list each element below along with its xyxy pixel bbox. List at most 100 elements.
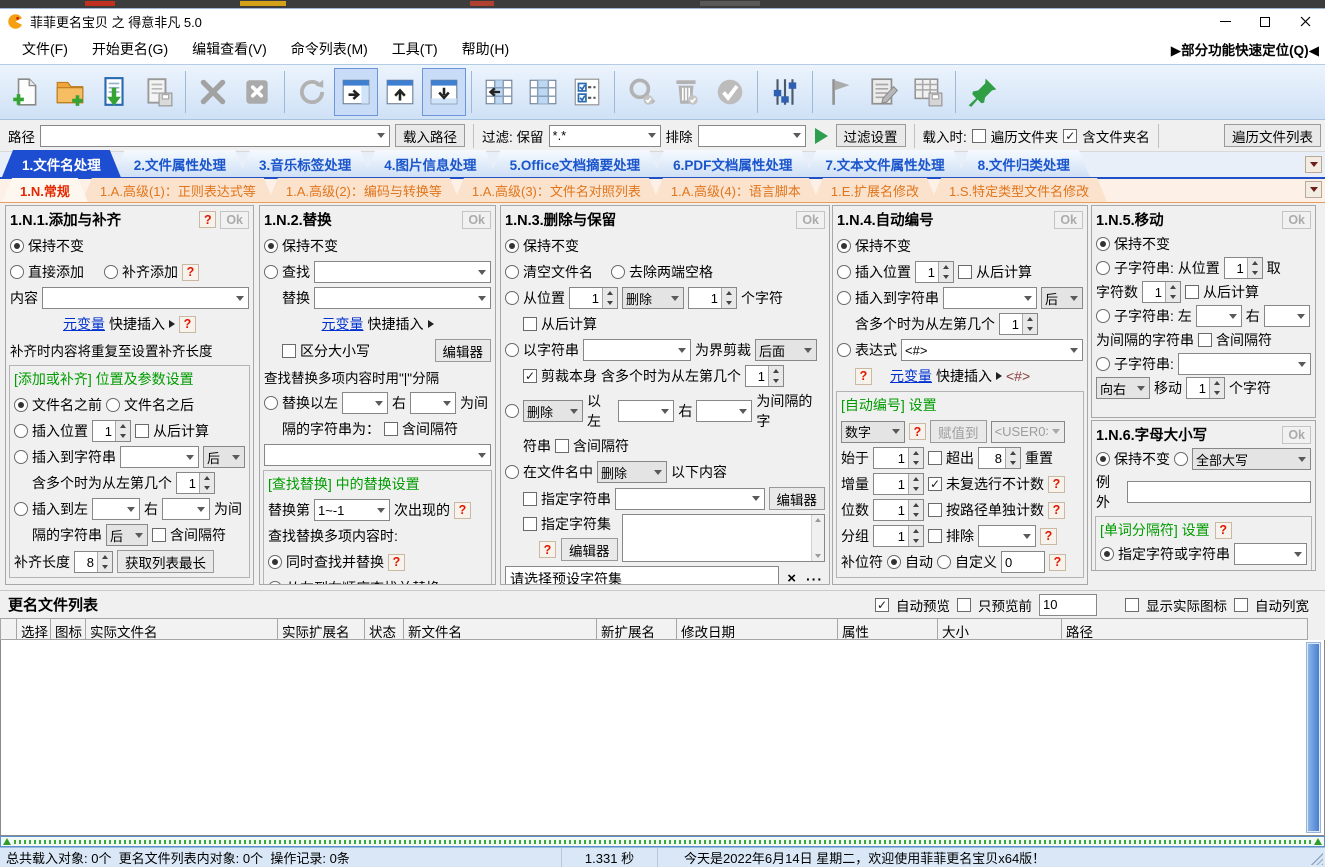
from-end-checkbox[interactable]	[135, 424, 149, 438]
clear-preset-button[interactable]: ×	[783, 570, 800, 585]
from-pos-radio[interactable]	[505, 291, 519, 305]
include-sep-checkbox[interactable]	[555, 439, 569, 453]
replace-combo[interactable]	[314, 287, 491, 309]
spec-string-combo[interactable]	[615, 488, 765, 510]
sep-pos-combo[interactable]: 后	[106, 524, 148, 546]
browse-preset-button[interactable]: ···	[804, 571, 825, 586]
metavar-link[interactable]: 元变量	[890, 366, 932, 386]
simultaneous-radio[interactable]	[268, 555, 282, 569]
start-spinner[interactable]: 1	[873, 447, 924, 469]
search-check-button[interactable]	[620, 68, 664, 116]
from-end-checkbox[interactable]	[958, 265, 972, 279]
digits-spinner[interactable]: 1	[873, 499, 924, 521]
charset-textbox[interactable]	[622, 514, 826, 562]
save-list-button[interactable]	[136, 68, 180, 116]
quick-insert-label[interactable]: 快捷插入	[936, 366, 992, 386]
case-option-radio[interactable]	[1174, 452, 1188, 466]
path-combo[interactable]	[40, 125, 390, 147]
expression-combo[interactable]: <#>	[901, 339, 1083, 361]
by-string-combo[interactable]	[583, 339, 691, 361]
trash-filter-button[interactable]	[664, 68, 708, 116]
filter-settings-button[interactable]: 过滤设置	[836, 124, 906, 147]
tab-filename[interactable]: 1.文件名处理	[2, 150, 121, 177]
tab-pdf-attrs[interactable]: 6.PDF文档属性处理	[653, 150, 812, 177]
spec-char-combo[interactable]	[1234, 543, 1307, 565]
crop-side-combo[interactable]: 后面	[755, 339, 817, 361]
column-select[interactable]: 选择	[17, 618, 51, 640]
direct-add-radio[interactable]	[10, 265, 24, 279]
column-icon[interactable]: 图标	[51, 618, 86, 640]
spec-char-radio[interactable]	[1100, 547, 1114, 561]
menu-help[interactable]: 帮助(H)	[450, 35, 521, 63]
spec-charset-checkbox[interactable]	[523, 517, 537, 531]
help-button[interactable]: ?	[1040, 528, 1057, 545]
column-real-extension[interactable]: 实际扩展名	[278, 618, 365, 640]
import-list-button[interactable]	[92, 68, 136, 116]
insert-pos-spinner[interactable]: 1	[92, 420, 131, 442]
traverse-folders-checkbox[interactable]	[972, 129, 986, 143]
file-list-body[interactable]	[0, 640, 1325, 836]
exceed-checkbox[interactable]	[928, 451, 942, 465]
by-string-radio[interactable]	[505, 343, 519, 357]
auto-preview-checkbox[interactable]	[875, 598, 889, 612]
settings-sliders-button[interactable]	[763, 68, 807, 116]
close-button[interactable]	[1285, 9, 1325, 34]
menu-edit-view[interactable]: 编辑查看(V)	[180, 35, 279, 63]
edit-list-button[interactable]	[862, 68, 906, 116]
column-status[interactable]: 状态	[365, 618, 404, 640]
table-save-button[interactable]	[906, 68, 950, 116]
after-name-radio[interactable]	[106, 398, 120, 412]
editor-button[interactable]: 编辑器	[435, 339, 492, 362]
sequential-radio[interactable]	[268, 581, 282, 585]
ok-button[interactable]: Ok	[1054, 211, 1083, 229]
multi-index-spinner[interactable]: 1	[999, 313, 1038, 335]
char-count-spinner[interactable]: 1	[688, 287, 737, 309]
multi-index-spinner[interactable]: 1	[745, 365, 784, 387]
crop-self-checkbox[interactable]	[523, 369, 537, 383]
tab-file-classify[interactable]: 8.文件归类处理	[958, 150, 1090, 177]
preview-count-input[interactable]	[1039, 594, 1097, 616]
column-size[interactable]: 大小	[938, 618, 1062, 640]
exclude-combo[interactable]	[978, 525, 1036, 547]
clear-name-radio[interactable]	[505, 265, 519, 279]
from-end-checkbox[interactable]	[523, 317, 537, 331]
exception-input[interactable]	[1127, 481, 1311, 503]
exclude-combo[interactable]	[698, 125, 806, 147]
left-sep-combo[interactable]	[618, 400, 674, 422]
apply-check-button[interactable]	[708, 68, 752, 116]
substring-pos-radio[interactable]	[1096, 261, 1110, 275]
auto-pad-radio[interactable]	[887, 555, 901, 569]
main-tab-dropdown-button[interactable]	[1305, 156, 1322, 173]
help-button[interactable]: ?	[539, 541, 556, 558]
subtab-encoding[interactable]: 1.A.高级(2)：编码与转换等	[268, 178, 460, 202]
move-spinner[interactable]: 1	[1186, 377, 1225, 399]
help-button[interactable]: ?	[855, 368, 872, 385]
delete-combo-2[interactable]: 删除	[523, 400, 583, 422]
expression-radio[interactable]	[837, 343, 851, 357]
insert-pos-spinner[interactable]: 1	[915, 261, 954, 283]
tab-image-info[interactable]: 4.图片信息处理	[364, 150, 496, 177]
auto-col-width-checkbox[interactable]	[1234, 598, 1248, 612]
minimize-button[interactable]	[1205, 9, 1245, 34]
substring-radio[interactable]	[1096, 357, 1110, 371]
custom-pad-input[interactable]	[1001, 551, 1045, 573]
help-button[interactable]: ?	[909, 423, 926, 440]
keep-radio[interactable]	[264, 239, 278, 253]
group-spinner[interactable]: 1	[873, 525, 924, 547]
insert-to-string-radio[interactable]	[837, 291, 851, 305]
substring-combo[interactable]	[1178, 353, 1311, 375]
columns-check-button[interactable]	[565, 68, 609, 116]
help-button[interactable]: ?	[199, 211, 216, 228]
tab-music-tags[interactable]: 3.音乐标签处理	[239, 150, 371, 177]
delete-all-button[interactable]	[235, 68, 279, 116]
include-folder-name-checkbox[interactable]	[1063, 129, 1077, 143]
subtab-regex[interactable]: 1.A.高级(1)：正则表达式等	[82, 178, 274, 202]
ok-button[interactable]: Ok	[462, 211, 491, 229]
column-path[interactable]: 路径	[1062, 618, 1308, 640]
show-real-icons-checkbox[interactable]	[1125, 598, 1139, 612]
insert-string-combo[interactable]	[943, 287, 1037, 309]
assign-to-button[interactable]: 赋值到	[930, 420, 987, 443]
before-after-combo[interactable]: 后	[203, 446, 245, 468]
progress-splitter[interactable]	[0, 836, 1325, 847]
insert-to-string-radio[interactable]	[14, 450, 28, 464]
